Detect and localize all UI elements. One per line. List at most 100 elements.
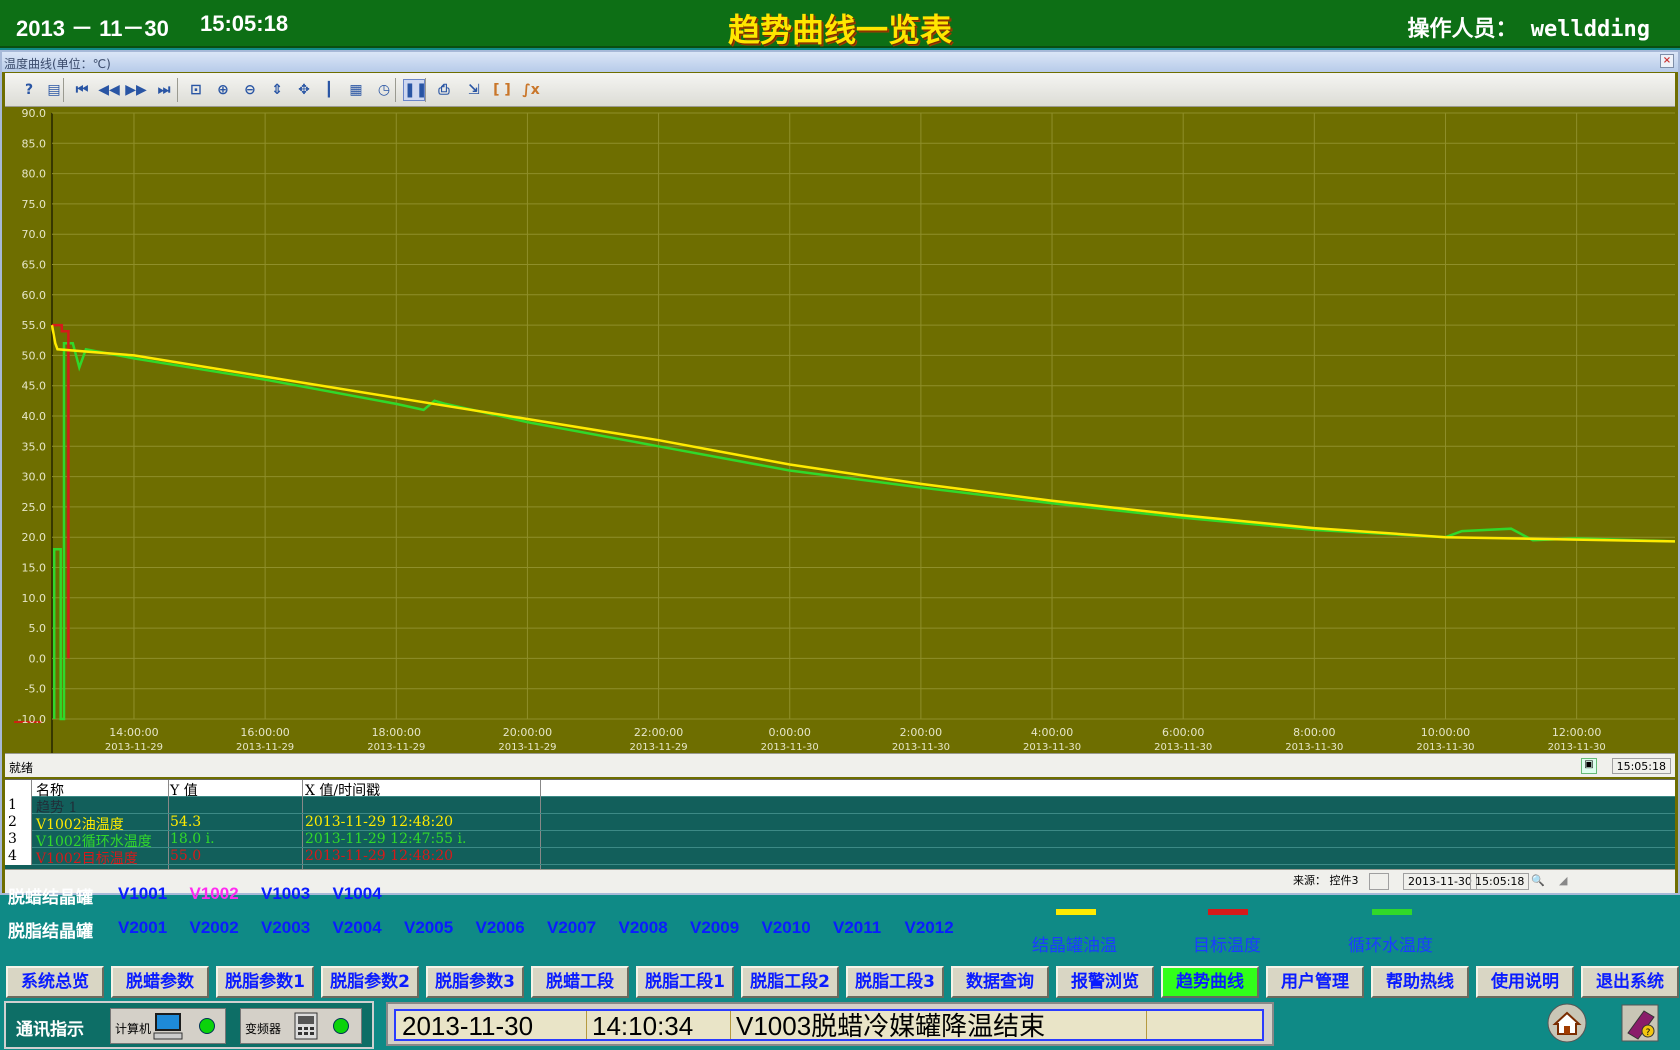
nav-button[interactable]: 脱脂工段3 [846, 966, 944, 998]
tank-v1001[interactable]: V1001 [118, 884, 167, 904]
computer-icon [153, 1013, 183, 1040]
y-tick-label: 90.0 [22, 108, 47, 120]
tank-v1002[interactable]: V1002 [190, 884, 239, 904]
x-tick-date: 2013-11-30 [1548, 742, 1606, 753]
first-icon[interactable]: ⏮ [71, 79, 93, 101]
nav-button[interactable]: 数据查询 [951, 966, 1049, 998]
nav-button[interactable]: 系统总览 [6, 966, 104, 998]
zoom-out-icon[interactable]: ⊖ [239, 79, 261, 101]
rewind-icon[interactable]: ◀◀ [98, 79, 120, 101]
nav-button[interactable]: 脱脂工段2 [741, 966, 839, 998]
cursor-icon[interactable]: ⇲ [463, 79, 485, 101]
last-icon[interactable]: ⏭ [153, 79, 175, 101]
x-tick-time: 0:00:00 [769, 726, 811, 739]
table-row[interactable]: 4 V1002目标温度 55.0 2013-11-29 12:48:20 [5, 848, 1675, 867]
nav-button[interactable]: 退出系统 [1581, 966, 1679, 998]
status-cell [1369, 873, 1389, 890]
tank-v2010[interactable]: V2010 [762, 918, 811, 938]
tank-v2011[interactable]: V2011 [833, 918, 881, 938]
row-x: 2013-11-29 12:48:20 [305, 814, 454, 830]
x-tick-time: 20:00:00 [503, 726, 552, 739]
trend-chart[interactable]: 90.0 85.0 80.0 75.0 70.0 65.0 60.0 55.0 50.0 45.0… [5, 107, 1676, 758]
tank-v1004[interactable]: V1004 [333, 884, 382, 904]
y-tick-label: 70.0 [22, 228, 47, 241]
tank-v1003[interactable]: V1003 [261, 884, 310, 904]
help-icon[interactable]: ? [18, 79, 40, 101]
nav-button[interactable]: 使用说明 [1476, 966, 1574, 998]
device-computer: 计算机 [110, 1008, 226, 1044]
alarm-date: 2013-11-30 [402, 1011, 534, 1041]
window-title-text: 温度曲线(单位：℃) [4, 57, 111, 71]
pan-icon[interactable]: ✥ [293, 79, 315, 101]
y-tick-label: 65.0 [22, 259, 47, 272]
window-title: 温度曲线(单位：℃) × [2, 52, 1678, 72]
alarm-time: 14:10:34 [592, 1011, 694, 1041]
nav-button[interactable]: 脱蜡参数 [111, 966, 209, 998]
nav-button[interactable]: 脱蜡工段 [531, 966, 629, 998]
resize-grip-icon[interactable]: ◢ [1555, 873, 1571, 890]
tank-v2009[interactable]: V2009 [690, 918, 739, 938]
zoom-y-icon[interactable]: ⇕ [266, 79, 288, 101]
source-label: 来源： 控件3 [1293, 874, 1359, 887]
table-row[interactable]: 2 V1002油温度 54.3 2013-11-29 12:48:20 [5, 814, 1675, 833]
nav-button[interactable]: 脱脂参数3 [426, 966, 524, 998]
table-row[interactable]: 1 趋势 1 [5, 797, 1675, 816]
tank-v2006[interactable]: V2006 [476, 918, 525, 938]
tank-v2001[interactable]: V2001 [118, 918, 167, 938]
inverter-status-led [333, 1018, 349, 1034]
nav-button[interactable]: 脱脂参数1 [216, 966, 314, 998]
alarm-divider [730, 1011, 731, 1039]
source-date: 2013-11-30 [1403, 873, 1477, 890]
query-icon[interactable]: 🔍 [1527, 873, 1549, 890]
nav-button[interactable]: 用户管理 [1266, 966, 1364, 998]
source-status-bar: 来源： 控件3 2013-11-30 15:05:18 🔍 ◢ [5, 869, 1675, 893]
y-tick-label: -10.0 [18, 713, 46, 726]
tank-group-label: 脱蜡结晶罐 [8, 888, 93, 908]
status-indicator-icon: ▣ [1581, 758, 1597, 774]
zoom-box-icon[interactable]: ⊡ [185, 79, 207, 101]
x-tick-date: 2013-11-29 [630, 742, 688, 753]
tank-v2003[interactable]: V2003 [261, 918, 310, 938]
alarm-display: 2013-11-30 14:10:34 V1003脱蜡冷媒罐降温结束 [394, 1009, 1264, 1041]
print-icon[interactable]: ⎙ [433, 79, 455, 101]
close-icon[interactable]: × [1660, 54, 1674, 68]
nav-button[interactable]: 脱脂参数2 [321, 966, 419, 998]
nav-button[interactable]: 趋势曲线 [1161, 966, 1259, 998]
tank-v2005[interactable]: V2005 [404, 918, 453, 938]
tank-v2012[interactable]: V2012 [905, 918, 954, 938]
grid-icon[interactable]: ▦ [345, 79, 367, 101]
timer-icon[interactable]: ◷ [373, 79, 395, 101]
toolbar-separator [395, 78, 396, 102]
status-text: 就绪 [9, 761, 34, 775]
x-tick-date: 2013-11-29 [498, 742, 556, 753]
tank-v2008[interactable]: V2008 [619, 918, 668, 938]
tank-v2007[interactable]: V2007 [547, 918, 596, 938]
pause-icon[interactable]: ❚❚ [403, 79, 427, 101]
legend-label: 目标温度 [1193, 936, 1261, 956]
home-icon[interactable] [1545, 1003, 1589, 1043]
function-icon[interactable]: ∫x [520, 79, 542, 101]
y-tick-label: 20.0 [22, 531, 47, 544]
properties-icon[interactable]: ▤ [43, 79, 65, 101]
ruler-icon[interactable]: ┃ [318, 79, 340, 101]
fast-forward-icon[interactable]: ▶▶ [125, 79, 147, 101]
x-tick-date: 2013-11-30 [1154, 742, 1212, 753]
y-tick-label: 0.0 [29, 652, 47, 665]
nav-button[interactable]: 帮助热线 [1371, 966, 1469, 998]
table-row[interactable]: 3 V1002循环水温度 18.0 i. 2013-11-29 12:47:55 i. [5, 831, 1675, 850]
tank-v2004[interactable]: V2004 [333, 918, 382, 938]
x-tick-date: 2013-11-30 [761, 742, 819, 753]
title-bar: 2013 － 11－30 15:05:18 趋势曲线一览表 操作人员： well… [0, 0, 1680, 49]
tank-v2002[interactable]: V2002 [190, 918, 239, 938]
x-tick-date: 2013-11-30 [892, 742, 950, 753]
help-book-icon[interactable]: ? [1618, 1003, 1662, 1043]
alarm-ticker[interactable]: 2013-11-30 14:10:34 V1003脱蜡冷媒罐降温结束 [386, 1002, 1274, 1046]
nav-button[interactable]: 脱脂工段1 [636, 966, 734, 998]
nav-button[interactable]: 报警浏览 [1056, 966, 1154, 998]
x-tick-time: 14:00:00 [109, 726, 158, 739]
x-tick-date: 2013-11-29 [367, 742, 425, 753]
bracket-icon[interactable]: [ ] [491, 79, 513, 101]
row-number: 2 [5, 814, 32, 831]
zoom-in-icon[interactable]: ⊕ [212, 79, 234, 101]
y-tick-label: 10.0 [22, 592, 47, 605]
